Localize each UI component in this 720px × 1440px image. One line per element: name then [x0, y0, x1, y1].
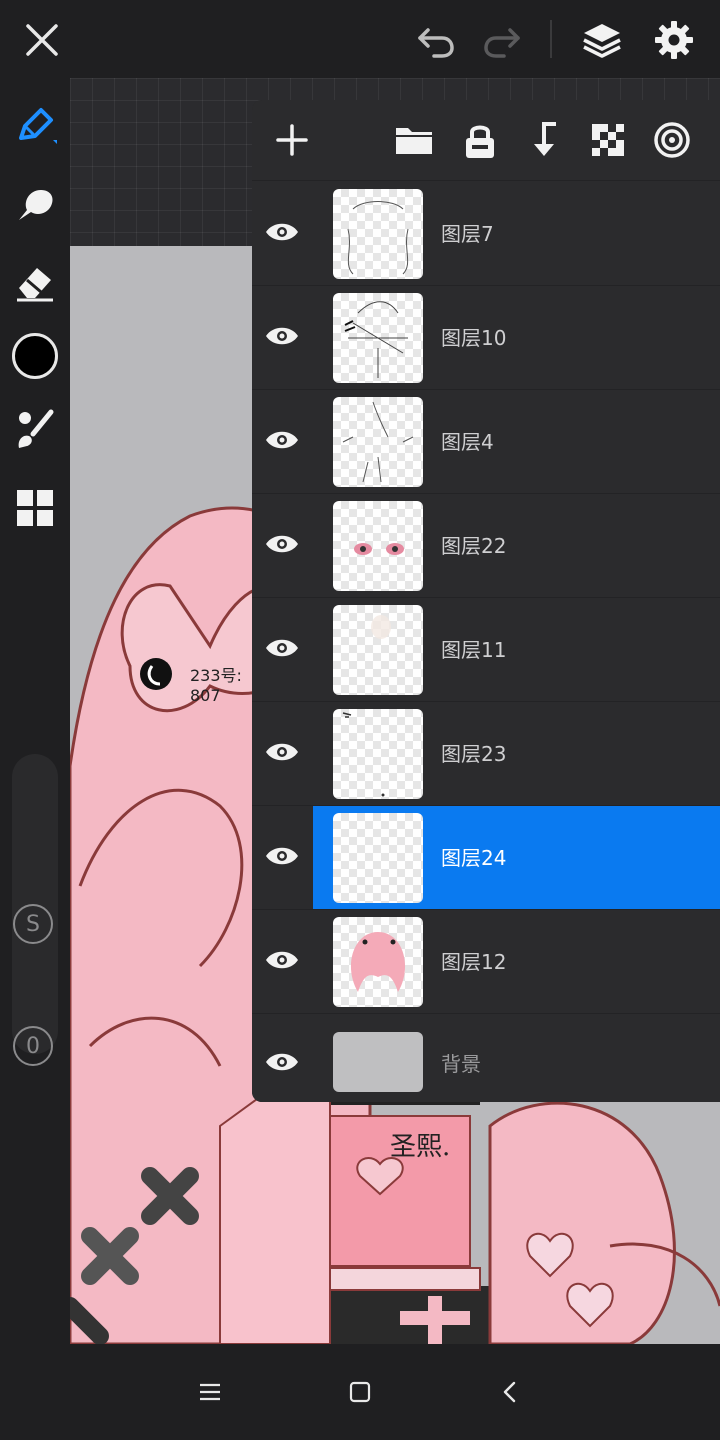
eye-icon[interactable] — [258, 416, 306, 464]
eye-icon[interactable] — [258, 728, 306, 776]
layer-name: 图层10 — [441, 326, 507, 350]
layer-row[interactable]: 图层22 — [252, 494, 720, 598]
layer-thumbnail — [333, 813, 423, 903]
eye-icon[interactable] — [258, 208, 306, 256]
menu-icon[interactable] — [186, 1368, 234, 1416]
layer-thumbnail — [333, 501, 423, 591]
eye-icon[interactable] — [258, 832, 306, 880]
layer-name: 图层23 — [441, 742, 507, 766]
eye-icon[interactable] — [258, 520, 306, 568]
folder-icon[interactable] — [388, 114, 440, 166]
layer-thumbnail — [333, 605, 423, 695]
redo-icon[interactable] — [476, 14, 528, 66]
artist-signature: 圣熙. — [390, 1132, 451, 1162]
gallery-icon[interactable] — [9, 482, 61, 534]
canvas-annotation: 233号: 807 — [190, 666, 242, 706]
layer-name: 图层11 — [441, 638, 507, 662]
layer-name: 图层7 — [441, 222, 494, 246]
smudge-icon[interactable] — [9, 178, 61, 230]
size-badge[interactable]: S — [13, 904, 53, 944]
layer-row[interactable]: 图层11 — [252, 598, 720, 702]
layer-thumbnail — [333, 1032, 423, 1092]
layer-row[interactable]: 图层12 — [252, 910, 720, 1014]
layers-panel: 图层7 图层10 图层4 图层22 图层11 图层23 图层24 图层12 背景 — [252, 100, 720, 1102]
settings-icon[interactable] — [648, 14, 700, 66]
pen-icon[interactable] — [9, 100, 61, 152]
add-layer-icon[interactable] — [266, 114, 318, 166]
layer-name: 图层22 — [441, 534, 507, 558]
top-bar — [0, 0, 720, 78]
layer-row[interactable]: 图层23 — [252, 702, 720, 806]
close-icon[interactable] — [16, 14, 68, 66]
eye-icon[interactable] — [258, 624, 306, 672]
layer-thumbnail — [333, 397, 423, 487]
layer-thumbnail — [333, 709, 423, 799]
home-icon[interactable] — [336, 1368, 384, 1416]
layer-name: 图层12 — [441, 950, 507, 974]
current-color-swatch[interactable] — [12, 333, 58, 379]
left-toolbar: S 0 — [0, 78, 70, 1344]
clipping-icon[interactable] — [646, 114, 698, 166]
lock-icon[interactable] — [454, 114, 506, 166]
eraser-icon[interactable] — [9, 256, 61, 308]
brush-icon[interactable] — [9, 404, 61, 456]
layer-name: 图层24 — [441, 846, 507, 870]
layer-row-background[interactable]: 背景 — [252, 1022, 720, 1102]
annotation-line-1: 233号: — [190, 666, 242, 685]
layer-name: 图层4 — [441, 430, 494, 454]
color-swatch[interactable] — [9, 330, 61, 382]
topbar-divider — [550, 20, 552, 58]
layer-row[interactable]: 图层4 — [252, 390, 720, 494]
opacity-badge[interactable]: 0 — [13, 1026, 53, 1066]
transparency-icon[interactable] — [582, 114, 634, 166]
eye-icon[interactable] — [258, 1038, 306, 1086]
layer-name: 背景 — [441, 1052, 481, 1076]
layer-thumbnail — [333, 917, 423, 1007]
layer-row[interactable]: 图层10 — [252, 286, 720, 390]
eye-icon[interactable] — [258, 312, 306, 360]
layer-row-selected[interactable]: 图层24 — [252, 806, 720, 910]
system-navbar — [0, 1344, 720, 1440]
layer-thumbnail — [333, 189, 423, 279]
layer-thumbnail — [333, 293, 423, 383]
merge-down-icon[interactable] — [518, 114, 570, 166]
back-icon[interactable] — [486, 1368, 534, 1416]
layer-row[interactable]: 图层7 — [252, 182, 720, 286]
undo-icon[interactable] — [410, 14, 462, 66]
layers-toolbar — [252, 100, 720, 181]
annotation-line-2: 807 — [190, 686, 221, 705]
layers-icon[interactable] — [576, 14, 628, 66]
eye-icon[interactable] — [258, 936, 306, 984]
